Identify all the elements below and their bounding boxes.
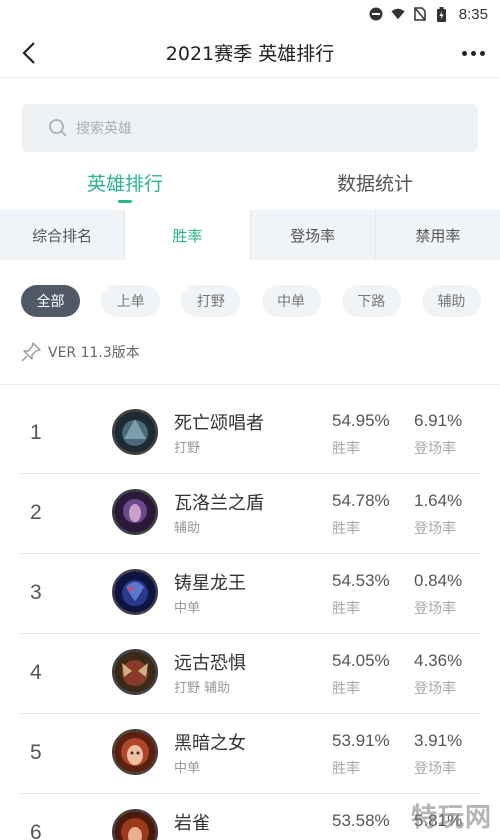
hero-role: 中单: [174, 761, 201, 776]
search-icon: [49, 119, 67, 137]
hero-role: 打野 辅助: [174, 681, 231, 696]
hero-rank: 6: [30, 821, 42, 840]
page-title: 2021赛季 英雄排行: [165, 43, 335, 65]
hero-pick-rate: 1.64%: [414, 491, 463, 510]
hero-row[interactable]: 3 铸星龙王 中单 54.53% 胜率 0.84% 登场率: [20, 554, 480, 634]
hero-rank: 2: [30, 501, 42, 524]
hero-role: 辅助: [174, 521, 201, 536]
win-rate-label: 胜率: [332, 761, 360, 777]
subtab-pick-rate[interactable]: 登场率: [251, 210, 376, 260]
hero-list: 1 死亡颂唱者 打野 54.95% 胜率 6.91% 登场率 2 瓦洛兰之盾 辅…: [0, 394, 500, 840]
back-button[interactable]: [14, 38, 44, 68]
tab-data-stats[interactable]: 数据统计: [300, 160, 450, 204]
hero-role: 打野: [174, 441, 201, 456]
hero-avatar: [112, 729, 158, 775]
filter-support[interactable]: 辅助: [421, 285, 481, 317]
hero-win-rate: 53.91%: [332, 731, 390, 750]
hero-win-rate: 54.05%: [332, 651, 390, 670]
filter-jungle[interactable]: 打野: [181, 285, 241, 317]
pick-rate-label: 登场率: [414, 521, 456, 537]
hero-avatar: [112, 809, 158, 840]
hero-name: 死亡颂唱者: [174, 413, 264, 434]
win-rate-label: 胜率: [332, 681, 360, 697]
hero-win-rate: 54.95%: [332, 411, 390, 430]
hero-avatar: [112, 649, 158, 695]
hero-pick-rate: 3.91%: [414, 731, 463, 750]
version-info: VER 11.3版本: [20, 338, 140, 366]
status-time: 8:35: [458, 5, 488, 23]
pin-icon: [21, 342, 41, 362]
pick-rate-label: 登场率: [414, 761, 456, 777]
hero-rank: 1: [30, 421, 42, 444]
pick-rate-label: 登场率: [414, 681, 456, 697]
hero-row[interactable]: 4 远古恐惧 打野 辅助 54.05% 胜率 4.36% 登场率: [20, 634, 480, 714]
hero-rank: 5: [30, 741, 42, 764]
hero-name: 岩雀: [174, 813, 210, 834]
battery-icon: [435, 6, 449, 22]
filter-all[interactable]: 全部: [21, 285, 80, 317]
more-button[interactable]: [458, 38, 488, 68]
watermark: 特玩网: [410, 803, 492, 833]
win-rate-label: 胜率: [332, 601, 360, 617]
wifi-icon: [391, 7, 405, 21]
search-placeholder: 搜索英雄: [76, 121, 132, 137]
hero-avatar: [112, 409, 158, 455]
hero-rank: 4: [30, 661, 42, 684]
subtab-ban-rate[interactable]: 禁用率: [376, 210, 500, 260]
search-input[interactable]: 搜索英雄: [22, 104, 478, 152]
sub-tabs: 综合排名 胜率 登场率 禁用率: [0, 210, 500, 260]
hero-avatar: [112, 569, 158, 615]
position-filters: 全部 上单 打野 中单 下路 辅助: [21, 285, 481, 317]
more-dots-icon: [461, 50, 467, 56]
subtab-overall[interactable]: 综合排名: [0, 210, 126, 260]
hero-role: 中单: [174, 601, 201, 616]
hero-name: 黑暗之女: [174, 733, 246, 754]
pick-rate-label: 登场率: [414, 441, 456, 457]
do-not-disturb-icon: [369, 7, 383, 21]
subtab-win-rate[interactable]: 胜率: [125, 210, 251, 260]
version-text: VER 11.3版本: [48, 345, 140, 361]
active-tab-indicator: [118, 200, 132, 203]
divider: [0, 384, 500, 385]
filter-mid[interactable]: 中单: [261, 285, 321, 317]
no-sim-icon: [413, 7, 427, 21]
hero-win-rate: 53.58%: [332, 811, 390, 830]
hero-name: 远古恐惧: [174, 653, 246, 674]
hero-name: 瓦洛兰之盾: [174, 493, 264, 514]
hero-pick-rate: 4.36%: [414, 651, 463, 670]
hero-row[interactable]: 1 死亡颂唱者 打野 54.95% 胜率 6.91% 登场率: [20, 394, 480, 474]
hero-row[interactable]: 5 黑暗之女 中单 53.91% 胜率 3.91% 登场率: [20, 714, 480, 794]
hero-win-rate: 54.78%: [332, 491, 390, 510]
hero-name: 铸星龙王: [174, 573, 246, 594]
pick-rate-label: 登场率: [414, 601, 456, 617]
tab-hero-ranking[interactable]: 英雄排行: [50, 160, 200, 204]
filter-bottom[interactable]: 下路: [341, 285, 401, 317]
hero-win-rate: 54.53%: [332, 571, 390, 590]
main-tabs: 英雄排行 数据统计: [0, 160, 500, 208]
hero-pick-rate: 6.91%: [414, 411, 463, 430]
back-arrow-icon: [22, 42, 35, 64]
status-bar: 8:35: [0, 0, 500, 28]
hero-pick-rate: 0.84%: [414, 571, 463, 590]
hero-rank: 3: [30, 581, 42, 604]
hero-avatar: [112, 489, 158, 535]
win-rate-label: 胜率: [332, 521, 360, 537]
win-rate-label: 胜率: [332, 441, 360, 457]
title-bar: 2021赛季 英雄排行: [0, 28, 500, 78]
hero-row[interactable]: 2 瓦洛兰之盾 辅助 54.78% 胜率 1.64% 登场率: [20, 474, 480, 554]
filter-top[interactable]: 上单: [101, 285, 161, 317]
